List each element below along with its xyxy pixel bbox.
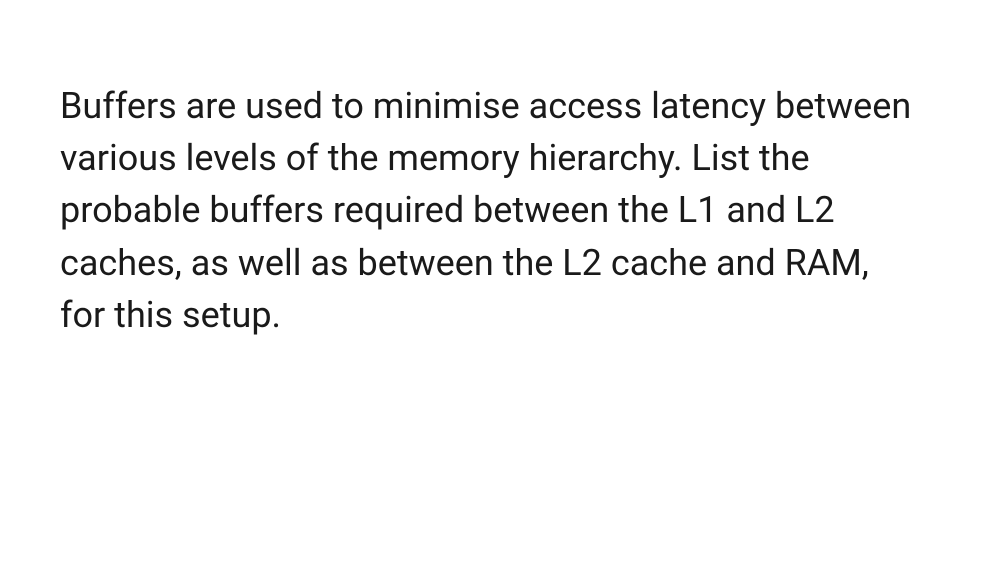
question-text: Buffers are used to minimise access late… [60,80,921,341]
